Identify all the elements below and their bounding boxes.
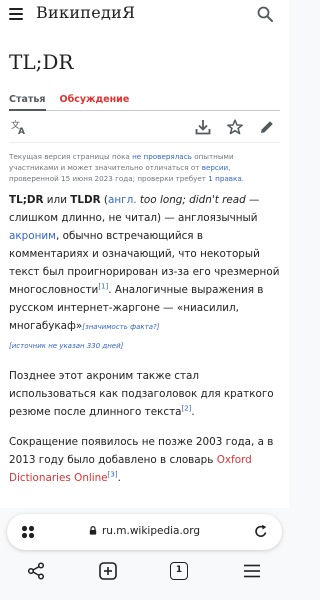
notice-unreviewed-link[interactable]: не проверялась (132, 152, 192, 161)
wikipedia-wordmark[interactable]: ВикипедиЯ (36, 3, 135, 22)
notice-edits-link[interactable]: 1 правка (208, 174, 242, 183)
browser-toolbar: 1 (0, 556, 289, 600)
review-notice: Текущая версия страницы пока не проверял… (9, 152, 245, 183)
lang-english-link[interactable]: англ. (108, 194, 137, 206)
star-icon[interactable] (227, 119, 243, 135)
url-text: ru.m.wikipedia.org (101, 525, 201, 537)
page-title: TL;DR (9, 50, 74, 74)
ref-2[interactable]: [2] (182, 405, 192, 413)
wiki-header: ВикипедиЯ (0, 0, 289, 30)
citation-needed-note[interactable]: [источник не указан 330 дней] (9, 342, 123, 350)
ref-3[interactable]: [3] (108, 471, 118, 479)
language-icon[interactable]: 文 A (11, 119, 27, 135)
paragraph-3: Сокращение появилось не позже 2003 года,… (9, 436, 274, 484)
edit-pencil-icon[interactable] (259, 119, 275, 135)
tab-switcher-button[interactable]: 1 (170, 562, 188, 580)
namespace-tabs: Статья Обсуждение (9, 94, 280, 111)
paragraph-2: Позднее этот акроним также стал использо… (9, 370, 274, 418)
lock-icon (89, 526, 97, 535)
hamburger-menu-icon[interactable] (243, 562, 261, 580)
article-body: TL;DR или TLDR (англ. too long; didn't r… (9, 191, 280, 487)
address-bar[interactable]: ru.m.wikipedia.org (7, 514, 282, 550)
new-tab-icon[interactable] (99, 562, 117, 580)
svg-text:A: A (18, 127, 25, 135)
reload-icon[interactable] (254, 524, 268, 539)
ref-1[interactable]: [1] (98, 283, 108, 291)
tab-article[interactable]: Статья (9, 94, 46, 111)
tab-talk[interactable]: Обсуждение (60, 94, 130, 110)
share-icon[interactable] (27, 562, 45, 580)
acronym-link[interactable]: акроним (9, 230, 56, 242)
search-icon[interactable] (257, 6, 273, 22)
page-actions: 文 A (9, 111, 280, 143)
article-content: TL;DR Статья Обсуждение 文 A Текущая верс… (0, 30, 289, 508)
download-icon[interactable] (195, 119, 211, 135)
url-display[interactable]: ru.m.wikipedia.org (7, 525, 282, 537)
menu-icon[interactable] (9, 8, 23, 20)
notability-note[interactable]: [значимость факта?] (82, 323, 159, 331)
paragraph-1: TL;DR или TLDR (англ. too long; didn't r… (9, 194, 280, 350)
notice-version-link[interactable]: версии (202, 163, 229, 172)
